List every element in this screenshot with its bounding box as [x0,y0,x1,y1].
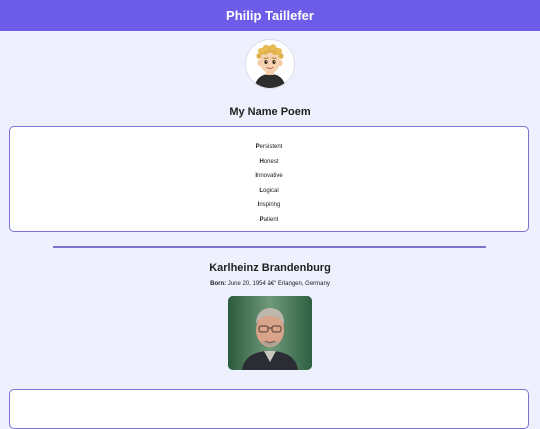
section-divider [53,246,486,248]
bio-born: Born: June 20, 1954 â€“ Erlangen, German… [0,281,540,287]
poem-line: Persistent [10,140,528,155]
cartoon-avatar-icon [246,40,294,88]
born-value: June 20, 1954 â€“ Erlangen, Germany [226,281,330,287]
born-label: Born: [210,281,227,287]
poem-card: Persistent Honest Innovative Logical Ins… [9,126,529,232]
poem-lines: Persistent Honest Innovative Logical Ins… [10,140,528,227]
poem-line: Logical [10,184,528,199]
poem-line-rest: onest [263,158,279,165]
avatar [245,39,295,89]
poem-title: My Name Poem [229,106,311,118]
poem-line: Innovative [10,169,528,184]
poem-line-rest: ersistent [259,144,283,150]
poem-line-rest: nnovative [256,173,283,179]
poem-line-rest: ogical [262,187,279,194]
poem-line: Patient [10,213,528,228]
portrait-photo [228,296,312,370]
next-card [9,389,529,429]
poem-line: Inspiring [10,198,528,213]
bio-photo [228,296,312,370]
bio-name: Karlheinz Brandenburg [209,262,331,274]
poem-line-rest: nspiring [259,202,281,208]
page-title: Philip Taillefer [226,8,314,23]
poem-line: Honest [10,155,528,170]
page-header: Philip Taillefer [0,0,540,31]
poem-line-rest: atient [263,216,279,223]
